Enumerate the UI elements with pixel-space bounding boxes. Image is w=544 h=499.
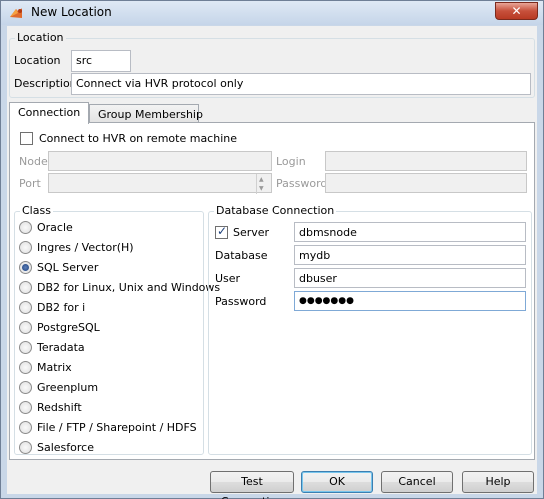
server-label: Server <box>233 226 270 239</box>
window-title: New Location <box>31 5 112 19</box>
close-button[interactable]: ✕ <box>495 2 538 20</box>
class-option-label[interactable]: Oracle <box>37 221 73 234</box>
port-label: Port <box>19 177 41 190</box>
server-input[interactable]: dbmsnode <box>294 222 526 242</box>
class-radio[interactable] <box>19 361 32 374</box>
class-option-label[interactable]: DB2 for Linux, Unix and Windows <box>37 281 220 294</box>
class-option-label[interactable]: SQL Server <box>37 261 98 274</box>
database-label: Database <box>215 249 268 262</box>
description-input[interactable]: Connect via HVR protocol only <box>71 73 531 95</box>
class-option-label[interactable]: Teradata <box>37 341 85 354</box>
remote-checkbox[interactable] <box>20 132 33 145</box>
class-option-label[interactable]: File / FTP / Sharepoint / HDFS <box>37 421 197 434</box>
class-radio[interactable] <box>19 301 32 314</box>
class-radio[interactable] <box>19 341 32 354</box>
description-label: Description <box>14 77 77 90</box>
class-radio[interactable] <box>19 241 32 254</box>
spinner-down-icon[interactable]: ▼ <box>259 185 264 192</box>
remote-checkbox-label: Connect to HVR on remote machine <box>39 132 237 145</box>
password-label: Password <box>215 295 267 308</box>
help-button[interactable]: Help <box>462 471 534 493</box>
user-input[interactable]: dbuser <box>294 268 526 288</box>
port-spinner[interactable]: ▲ ▼ <box>256 174 270 194</box>
database-input[interactable]: mydb <box>294 245 526 265</box>
test-connection-button[interactable]: Test Connection <box>210 471 294 499</box>
title-bar[interactable]: New Location ✕ <box>1 1 543 25</box>
class-option-label[interactable]: Matrix <box>37 361 72 374</box>
class-option-label[interactable]: Greenplum <box>37 381 98 394</box>
class-radio[interactable] <box>19 401 32 414</box>
login-input[interactable] <box>325 151 527 171</box>
class-radio[interactable] <box>19 441 32 454</box>
class-radio[interactable] <box>19 261 32 274</box>
dialog-window: New Location ✕ Location Location src Des… <box>0 0 544 499</box>
hvr-app-icon <box>10 8 22 18</box>
location-group-title: Location <box>15 31 66 44</box>
dialog-client: Location Location src Description Connec… <box>7 26 537 499</box>
login-label: Login <box>276 155 306 168</box>
location-label: Location <box>14 54 61 67</box>
class-option-label[interactable]: Redshift <box>37 401 82 414</box>
class-radio[interactable] <box>19 421 32 434</box>
node-input[interactable] <box>48 151 272 171</box>
cancel-button[interactable]: Cancel <box>381 471 453 493</box>
tab-group-membership[interactable]: Group Membership <box>89 104 203 124</box>
class-group-title: Class <box>20 204 53 217</box>
port-input[interactable] <box>48 173 272 193</box>
class-option-label[interactable]: PostgreSQL <box>37 321 100 334</box>
connection-tab-panel: Connect to HVR on remote machine Node Lo… <box>9 122 535 460</box>
db-connection-group-title: Database Connection <box>214 204 337 217</box>
ok-button[interactable]: OK <box>301 471 373 493</box>
server-checkbox[interactable] <box>215 224 228 239</box>
spinner-up-icon[interactable]: ▲ <box>259 176 264 183</box>
class-radio[interactable] <box>19 281 32 294</box>
location-input[interactable]: src <box>71 50 131 72</box>
remote-password-input[interactable] <box>325 173 527 193</box>
node-label: Node <box>19 155 48 168</box>
password-input[interactable]: ●●●●●●● <box>294 291 526 311</box>
class-option-label[interactable]: DB2 for i <box>37 301 85 314</box>
tab-connection[interactable]: Connection <box>9 102 89 124</box>
class-radio[interactable] <box>19 221 32 234</box>
class-option-label[interactable]: Salesforce <box>37 441 94 454</box>
user-label: User <box>215 272 241 285</box>
password-remote-label: Password <box>276 177 328 190</box>
class-option-label[interactable]: Ingres / Vector(H) <box>37 241 134 254</box>
class-radio[interactable] <box>19 321 32 334</box>
class-radio[interactable] <box>19 381 32 394</box>
